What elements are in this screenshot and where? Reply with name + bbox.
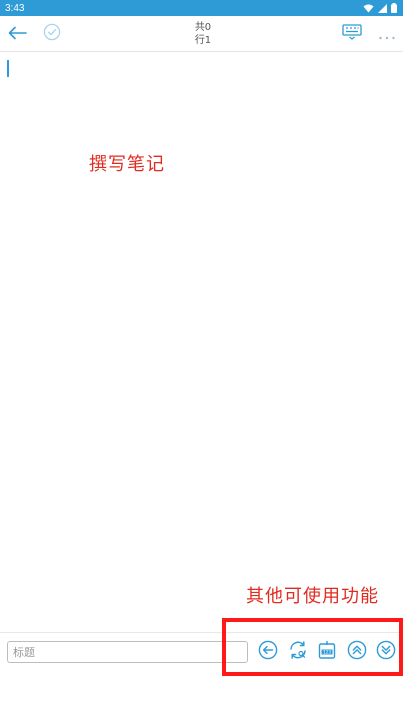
note-editor-screen: 3:43 共0 行1 撰写笔记 其他可使用功能 标题 123 <box>0 0 403 720</box>
wifi-icon <box>363 4 374 13</box>
annotation-other-functions: 其他可使用功能 <box>246 586 379 607</box>
check-circle-icon <box>43 23 61 45</box>
status-time: 3:43 <box>5 2 25 14</box>
status-icons <box>363 3 397 13</box>
note-content-area[interactable]: 撰写笔记 其他可使用功能 <box>0 52 403 632</box>
counter-line: 行1 <box>194 35 212 46</box>
title-input[interactable] <box>7 641 248 663</box>
more-horizontal-icon <box>378 25 396 44</box>
editor-toolbar: 共0 行1 <box>0 16 403 52</box>
text-cursor <box>7 60 9 77</box>
done-button[interactable] <box>40 22 64 46</box>
counter-total: 共0 <box>194 22 212 33</box>
arrow-left-icon <box>8 25 28 44</box>
cellular-icon <box>378 3 387 13</box>
keyboard-icon <box>342 24 362 44</box>
annotation-write-note: 撰写笔记 <box>89 154 165 175</box>
status-bar: 3:43 <box>0 0 403 16</box>
battery-icon <box>391 3 397 13</box>
word-line-counter: 共0 行1 <box>180 21 226 47</box>
more-button[interactable] <box>375 22 399 46</box>
back-button[interactable] <box>6 22 30 46</box>
annotation-highlight-box <box>222 618 403 676</box>
keyboard-toggle-button[interactable] <box>340 22 364 46</box>
